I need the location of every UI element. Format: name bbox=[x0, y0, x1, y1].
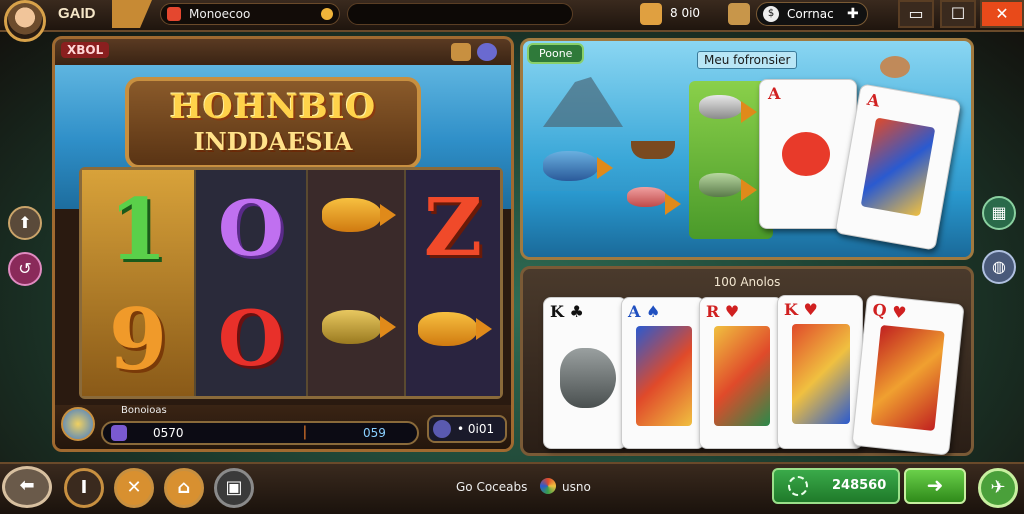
reel-symbol: 1 bbox=[108, 180, 168, 279]
settings-icon[interactable] bbox=[477, 43, 497, 61]
fish-icon bbox=[627, 187, 681, 215]
globe-icon bbox=[540, 478, 556, 494]
tools-icon[interactable] bbox=[451, 43, 471, 61]
bet-value: 0570 bbox=[153, 426, 184, 440]
card-art bbox=[636, 326, 692, 426]
info-icon[interactable]: Ⅰ bbox=[64, 468, 104, 508]
card-art bbox=[714, 326, 770, 426]
fish-symbol bbox=[322, 310, 396, 344]
map-icon[interactable]: ⌂ bbox=[164, 468, 204, 508]
panel-title: Meu fofronsier bbox=[697, 51, 798, 69]
bird-icon bbox=[880, 56, 910, 78]
fish-illustration bbox=[782, 132, 830, 176]
logo-title: HOHNBIO bbox=[169, 87, 377, 127]
currency-icon: $ bbox=[763, 6, 779, 22]
counter-text: • 0i01 bbox=[457, 422, 495, 436]
search-icon bbox=[167, 7, 181, 21]
playing-card[interactable]: K ♥ bbox=[777, 295, 863, 449]
chat-icon[interactable]: ◍ bbox=[982, 250, 1016, 284]
coin-icon bbox=[321, 8, 333, 20]
reel-symbol: O bbox=[217, 294, 285, 383]
reel-symbol: O bbox=[217, 184, 285, 273]
island-rock bbox=[543, 77, 623, 127]
bet-icon bbox=[111, 425, 127, 441]
card-art bbox=[870, 324, 945, 432]
flame-icon: ❘ bbox=[299, 424, 311, 440]
panel-tab[interactable]: Poone bbox=[527, 43, 585, 64]
up-arrow-icon[interactable]: ⬆ bbox=[8, 206, 42, 240]
tools-icon[interactable]: ✕ bbox=[114, 468, 154, 508]
chest-icon[interactable] bbox=[728, 3, 750, 25]
slot-header: XBOL bbox=[55, 39, 511, 65]
reel-1: 1 9 bbox=[82, 170, 196, 396]
reel-3 bbox=[308, 170, 406, 396]
counter-box: • 0i01 bbox=[427, 415, 507, 443]
logo-subtitle: INDDAESIA bbox=[193, 127, 353, 156]
playing-card[interactable]: K ♣ bbox=[543, 297, 627, 449]
gift-icon[interactable] bbox=[640, 3, 662, 25]
progress-bar bbox=[347, 3, 573, 25]
reel-2: O O bbox=[196, 170, 308, 396]
card-panel-title: 100 Anolos bbox=[713, 275, 781, 289]
currency-pill[interactable]: $ Corrnac ✚ bbox=[756, 2, 868, 26]
fish-icon bbox=[699, 95, 757, 123]
win-value: 059 bbox=[363, 426, 386, 440]
card-art bbox=[860, 117, 936, 217]
reel-4: Z bbox=[406, 170, 500, 396]
player-avatar[interactable] bbox=[4, 0, 46, 42]
playing-card[interactable]: R ♥ bbox=[699, 297, 783, 449]
playing-card[interactable]: A ♠ bbox=[621, 297, 705, 449]
minimize-icon[interactable]: ▭ bbox=[898, 0, 934, 28]
jackpot-icon[interactable] bbox=[61, 407, 95, 441]
bonus-label: Bonoioas bbox=[121, 405, 167, 416]
slot-header-label: XBOL bbox=[61, 42, 110, 58]
plus-icon[interactable]: ✚ bbox=[847, 6, 859, 22]
fish-icon bbox=[699, 173, 757, 201]
play-arrow-icon[interactable]: ➜ bbox=[904, 468, 966, 504]
slot-reels[interactable]: 1 9 O O Z bbox=[79, 167, 503, 399]
bet-bar[interactable]: 0570 ❘ 059 bbox=[101, 421, 419, 445]
gem-icon bbox=[788, 476, 808, 496]
refresh-icon[interactable]: ↺ bbox=[8, 252, 42, 286]
close-icon[interactable]: ✕ bbox=[980, 0, 1024, 28]
reel-symbol: 9 bbox=[108, 290, 168, 389]
balance-box[interactable]: 248560 bbox=[772, 468, 900, 504]
card-art bbox=[792, 324, 850, 424]
fish-symbol bbox=[418, 312, 492, 346]
bottom-center-label: Go Coceabs bbox=[456, 480, 528, 494]
fish-symbol bbox=[322, 198, 396, 232]
playing-card[interactable]: Q ♥ bbox=[851, 294, 965, 456]
spin-icon[interactable]: ✈ bbox=[978, 468, 1018, 508]
fish-illustration bbox=[560, 348, 616, 408]
balance-value: 248560 bbox=[832, 478, 887, 493]
score-text: 8 0i0 bbox=[670, 6, 701, 20]
game-logo: HOHNBIO INDDAESIA bbox=[125, 77, 421, 169]
counter-icon bbox=[433, 420, 451, 438]
boat-icon bbox=[631, 141, 675, 159]
card-panel: 100 Anolos K ♣ A ♠ R ♥ K ♥ Q ♥ bbox=[520, 266, 974, 456]
search-text: Monoecoo bbox=[189, 7, 251, 21]
currency-text: Corrnac bbox=[787, 7, 834, 21]
search-bar[interactable]: Monoecoo bbox=[160, 3, 340, 25]
maximize-icon[interactable]: ☐ bbox=[940, 0, 976, 28]
slot-panel: XBOL HOHNBIO INDDAESIA 1 9 O O Z Bonoioa… bbox=[52, 36, 514, 452]
bottom-center-value: usno bbox=[562, 480, 591, 494]
grid-icon[interactable]: ▦ bbox=[982, 196, 1016, 230]
settings-icon[interactable]: ▣ bbox=[214, 468, 254, 508]
back-arrow-icon[interactable]: ⬅ bbox=[2, 466, 52, 508]
fish-icon bbox=[543, 151, 613, 181]
reel-symbol: Z bbox=[423, 180, 483, 274]
brand-label: GAID bbox=[58, 5, 96, 22]
